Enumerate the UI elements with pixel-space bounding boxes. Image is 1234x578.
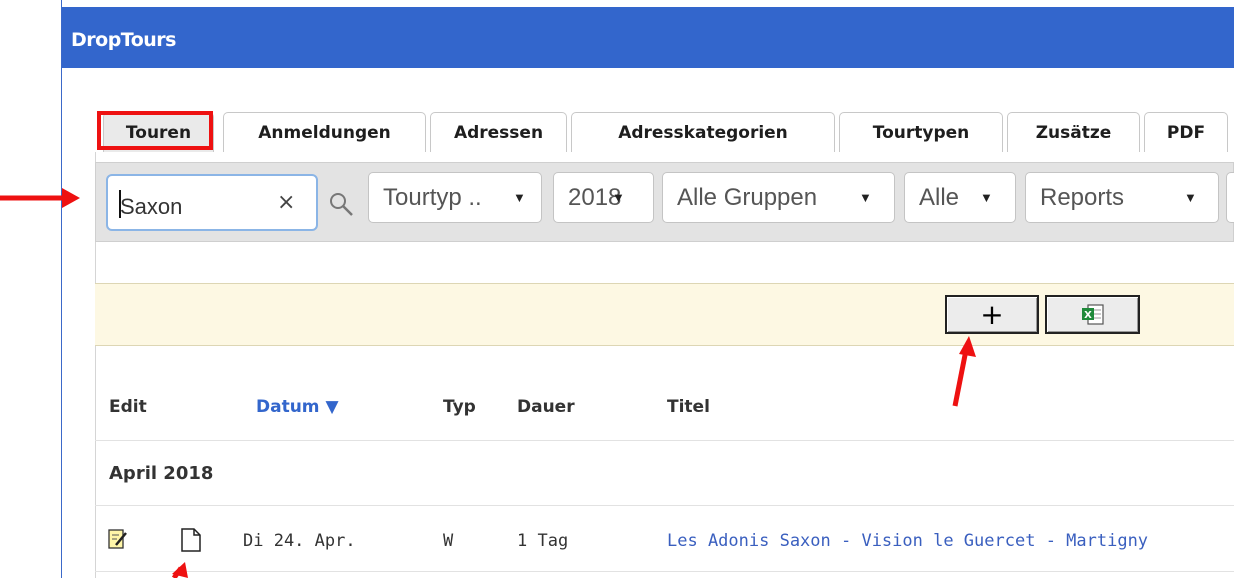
dropdown-arrow-icon: ▼ <box>612 190 625 205</box>
tab-label: Adresskategorien <box>618 122 788 143</box>
all-select[interactable]: Alle ▼ <box>904 172 1016 223</box>
column-header-title: Titel <box>667 397 710 417</box>
groups-value: Alle Gruppen <box>677 183 818 211</box>
column-header-date[interactable]: Datum ▼ <box>256 397 339 417</box>
year-select[interactable]: 2018 ▼ <box>553 172 654 223</box>
search-input-value: Saxon <box>120 194 183 219</box>
row-type: W <box>443 531 454 551</box>
tourtyp-select[interactable]: Tourtyp .. ▼ <box>368 172 542 223</box>
reports-value: Reports <box>1040 183 1125 211</box>
tab-label: Zusätze <box>1035 122 1112 143</box>
more-select-edge[interactable] <box>1226 172 1234 223</box>
month-group-header: April 2018 <box>109 463 214 484</box>
dropdown-arrow-icon: ▼ <box>1184 190 1197 205</box>
excel-export-button[interactable]: X <box>1045 295 1140 334</box>
reports-select[interactable]: Reports ▼ <box>1025 172 1219 223</box>
tab-label: PDF <box>1166 122 1206 143</box>
svg-text:X: X <box>1084 310 1092 321</box>
dropdown-arrow-icon: ▼ <box>513 190 526 205</box>
document-icon[interactable] <box>180 527 202 553</box>
title-bar: DropTours <box>62 7 1234 68</box>
tab-anmeldungen[interactable]: Anmeldungen <box>223 112 426 152</box>
row-title-link[interactable]: Les Adonis Saxon - Vision le Guercet - M… <box>667 531 1148 551</box>
tab-pdf[interactable]: PDF <box>1144 112 1228 152</box>
tab-label: Adressen <box>453 122 544 143</box>
groups-select[interactable]: Alle Gruppen ▼ <box>662 172 895 223</box>
dropdown-arrow-icon: ▼ <box>980 190 993 205</box>
tab-touren[interactable]: Touren <box>103 112 214 152</box>
group-divider <box>95 505 1234 506</box>
column-header-duration: Dauer <box>517 397 575 417</box>
tourtyp-value: Tourtyp .. <box>383 183 482 211</box>
search-icon[interactable] <box>327 190 357 220</box>
add-tour-button[interactable]: + <box>945 295 1039 334</box>
dropdown-arrow-icon: ▼ <box>859 190 872 205</box>
tab-adresskategorien[interactable]: Adresskategorien <box>571 112 835 152</box>
column-header-type: Typ <box>443 397 476 417</box>
tab-label: Touren <box>125 122 192 143</box>
search-input[interactable]: Saxon × <box>106 174 318 231</box>
tab-label: Anmeldungen <box>258 122 391 143</box>
all-value: Alle <box>919 183 960 211</box>
header-divider <box>95 440 1234 441</box>
app-title: DropTours <box>71 29 177 51</box>
tab-zusaetze[interactable]: Zusätze <box>1007 112 1140 152</box>
row-duration: 1 Tag <box>517 531 569 551</box>
tab-adressen[interactable]: Adressen <box>430 112 567 152</box>
row-date: Di 24. Apr. <box>243 531 356 551</box>
clear-search-button[interactable]: × <box>277 190 295 215</box>
tab-label: Tourtypen <box>872 122 970 143</box>
edit-icon[interactable] <box>108 528 128 550</box>
add-label: + <box>980 298 1004 331</box>
row-divider <box>95 571 1234 572</box>
tab-tourtypen[interactable]: Tourtypen <box>839 112 1003 152</box>
excel-icon: X <box>1081 303 1104 325</box>
column-header-edit: Edit <box>109 397 147 417</box>
